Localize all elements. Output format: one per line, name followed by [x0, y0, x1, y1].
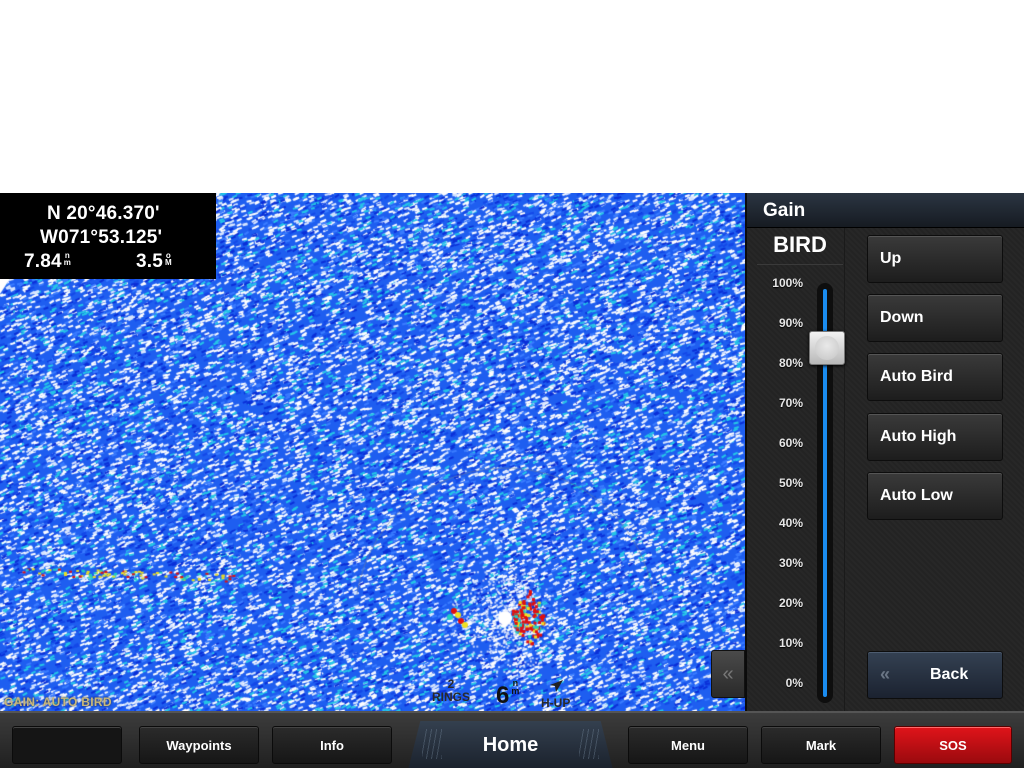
double-chevron-left-icon: «	[880, 664, 891, 684]
gain-scale-tick: 10%	[778, 636, 803, 650]
mark-button[interactable]: Mark	[761, 726, 881, 764]
speed-unit: nm	[63, 251, 72, 267]
radar-display[interactable]: N 20°46.370' W071°53.125' 7.84 n m 3.5 o M G…	[0, 193, 745, 711]
gain-slider-thumb[interactable]	[809, 331, 845, 365]
gain-scale-tick: 0%	[785, 676, 803, 690]
back-label: Back	[930, 666, 969, 683]
auto-high-button[interactable]: Auto High	[867, 413, 1003, 461]
auto-low-button[interactable]: Auto Low	[867, 472, 1003, 520]
heading-arrow-icon	[549, 680, 563, 692]
panel-title: Gain	[763, 200, 806, 221]
collapse-panel-button[interactable]: «	[711, 650, 745, 698]
position-readout: N 20°46.370' W071°53.125' 7.84 n m 3.5 o M	[0, 193, 216, 279]
orientation-label: H-UP	[541, 696, 571, 710]
auto-bird-button[interactable]: Auto Bird	[867, 353, 1003, 401]
sos-button[interactable]: SOS	[894, 726, 1012, 764]
gain-scale-tick: 50%	[778, 476, 803, 490]
longitude: W071°53.125'	[40, 227, 163, 248]
info-button[interactable]: Info	[272, 726, 392, 764]
chartplotter-screen: N 20°46.370' W071°53.125' 7.84 n m 3.5 o M G…	[0, 193, 1024, 768]
decorative-hatch	[422, 729, 442, 759]
home-button[interactable]: Home	[408, 721, 613, 768]
gain-up-button[interactable]: Up	[867, 235, 1003, 283]
speed-value: 7.84	[24, 251, 62, 272]
range-indicator[interactable]: 6nm	[496, 679, 519, 710]
gain-scale-tick: 100%	[772, 276, 803, 290]
gain-scale-tick: 30%	[778, 556, 803, 570]
range-value: 6	[496, 682, 510, 709]
double-chevron-left-icon: «	[722, 662, 734, 685]
gain-scale-tick: 90%	[778, 316, 803, 330]
divider	[757, 264, 843, 265]
gain-scale-tick: 70%	[778, 396, 803, 410]
menu-button[interactable]: Menu	[628, 726, 748, 764]
gain-scale-tick: 40%	[778, 516, 803, 530]
speed-readout: 7.84 n m	[24, 251, 71, 273]
depth-value: 3.5	[136, 251, 164, 272]
panel-header: Gain	[747, 193, 1024, 228]
orientation-indicator[interactable]: H-UP	[541, 679, 570, 710]
gain-scale-tick: 80%	[778, 356, 803, 370]
gain-slider-column: BIRD 100% 90% 80% 70% 60% 50% 40% 30% 20% 10% 0%	[755, 228, 845, 711]
home-label: Home	[482, 734, 539, 756]
gain-mode-title: BIRD	[773, 232, 827, 257]
decorative-hatch	[579, 729, 599, 759]
depth-unit: oM	[165, 251, 172, 267]
rings-indicator: 2 RINGS	[432, 678, 470, 704]
gain-scale-tick: 60%	[778, 436, 803, 450]
waypoints-button[interactable]: Waypoints	[139, 726, 259, 764]
gain-mode-label: GAIN: AUTO BIRD	[4, 695, 112, 709]
back-button[interactable]: « Back	[867, 651, 1003, 699]
bottom-bar: Waypoints Info Home Menu Mark SOS	[0, 711, 1024, 768]
latitude: N 20°46.370'	[47, 203, 160, 224]
range-unit: nm	[511, 678, 520, 696]
gain-scale-tick: 20%	[778, 596, 803, 610]
depth-readout: 3.5 o M	[136, 251, 172, 273]
gain-down-button[interactable]: Down	[867, 294, 1003, 342]
rings-label: RINGS	[432, 690, 471, 704]
blank-button[interactable]	[12, 726, 122, 764]
gain-panel: Gain BIRD 100% 90% 80% 70% 60% 50% 40% 30% 20% 10…	[745, 193, 1024, 711]
